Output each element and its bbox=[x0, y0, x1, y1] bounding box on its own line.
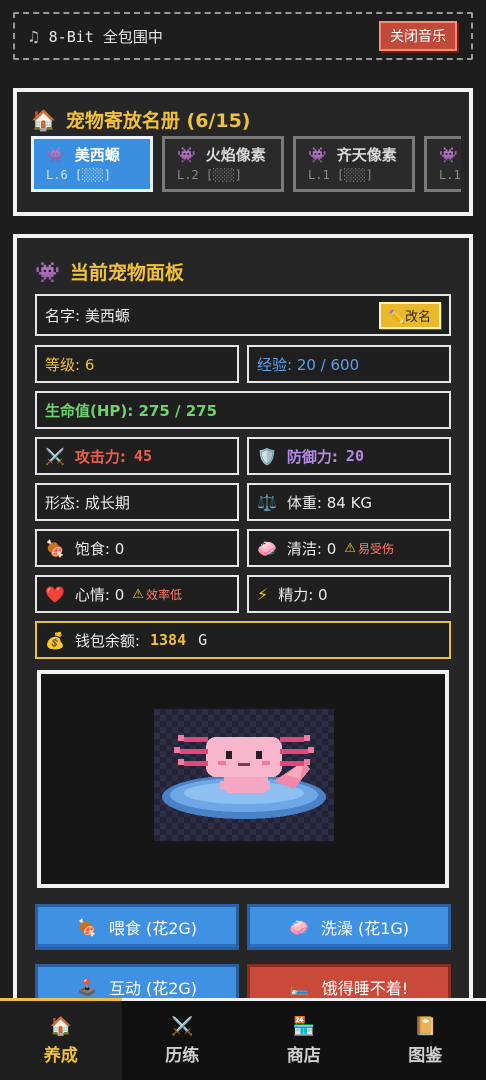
nav-tab-label: 商店 bbox=[286, 1045, 321, 1066]
pet-tab-name: 美西螈 bbox=[74, 146, 120, 164]
pet-tab-level: L.2 [░░░] bbox=[177, 168, 243, 182]
house-icon: 🏠 bbox=[49, 1015, 72, 1037]
mood-stat: ❤️ 心情: 0 ⚠ 效率低 bbox=[35, 575, 239, 613]
alien-icon: 👾 bbox=[439, 145, 458, 164]
nav-tab-raise[interactable]: 🏠 养成 bbox=[0, 998, 122, 1080]
level-stat: 等级: 6 bbox=[35, 345, 239, 383]
interact-button-label: 互动 (花2G) bbox=[108, 979, 198, 998]
joystick-icon: 🕹️ bbox=[76, 977, 97, 997]
meat-icon: 🍖 bbox=[45, 538, 65, 558]
alien-icon: 👾 bbox=[46, 145, 65, 164]
form-text: 形态: 成长期 bbox=[45, 493, 130, 512]
pet-tab-partial[interactable]: 👾精 L.1 [ bbox=[424, 136, 461, 192]
swords-icon: ⚔️ bbox=[171, 1015, 194, 1037]
pet-tab-name: 齐天像素 bbox=[336, 146, 397, 164]
pet-tab-name: 火焰像素 bbox=[205, 146, 266, 164]
hp-stat: 生命值(HP): 275 / 275 bbox=[35, 391, 451, 429]
wallet-label: 钱包余额: bbox=[74, 631, 140, 650]
warning-icon: ⚠ bbox=[132, 586, 144, 602]
music-label: 8-Bit 全包围中 bbox=[48, 27, 163, 46]
hunger-stat: 🍖 饱食: 0 bbox=[35, 529, 239, 567]
app-root: ♫ 8-Bit 全包围中 关闭音乐 🏠 宠物寄放名册 (6/15) 👾 美西螈 L… bbox=[0, 0, 486, 1080]
nav-tab-label: 图鉴 bbox=[408, 1045, 443, 1066]
nav-tab-codex[interactable]: 📔 图鉴 bbox=[365, 1001, 486, 1080]
swords-icon: ⚔️ bbox=[45, 446, 65, 466]
heart-icon: ❤️ bbox=[45, 584, 65, 604]
attack-value: 45 bbox=[133, 447, 152, 465]
store-icon: 🏪 bbox=[292, 1015, 315, 1037]
pet-tab-level: L.1 [ bbox=[439, 168, 461, 182]
roster-title: 🏠 宠物寄放名册 (6/15) bbox=[31, 106, 251, 133]
current-pet-title: 👾 当前宠物面板 bbox=[35, 258, 184, 285]
wallet-value: 1384 bbox=[149, 631, 187, 649]
alien-icon: 👾 bbox=[177, 145, 196, 164]
bottom-nav: 🏠 养成 ⚔️ 历练 🏪 商店 📔 图鉴 bbox=[0, 998, 486, 1080]
current-pet-title-text: 当前宠物面板 bbox=[69, 262, 184, 284]
weight-stat: ⚖️ 体重: 84 KG bbox=[247, 483, 451, 521]
attack-stat: ⚔️ 攻击力: 45 bbox=[35, 437, 239, 475]
money-bag-icon: 💰 bbox=[45, 630, 65, 650]
mood-warning: ⚠ 效率低 bbox=[132, 586, 182, 603]
wallet-unit: G bbox=[198, 631, 208, 649]
energy-stat: ⚡ 精力: 0 bbox=[247, 575, 451, 613]
meat-icon: 🍖 bbox=[76, 917, 97, 937]
exp-stat: 经验: 20 / 600 bbox=[247, 345, 451, 383]
pet-tab-level: L.1 [░░░] bbox=[308, 168, 374, 182]
rename-button[interactable]: ✏️改名 bbox=[378, 301, 441, 329]
bathe-button[interactable]: 🧼 洗澡 (花1G) bbox=[247, 904, 451, 950]
roster-title-text: 宠物寄放名册 (6/15) bbox=[65, 110, 251, 132]
feed-button[interactable]: 🍖 喂食 (花2G) bbox=[35, 904, 239, 950]
alien-icon: 👾 bbox=[308, 145, 327, 164]
warning-icon: ⚠ bbox=[344, 540, 356, 556]
clean-warning: ⚠ 易受伤 bbox=[344, 540, 394, 557]
mood-warning-text: 效率低 bbox=[145, 587, 182, 602]
alien-icon: 👾 bbox=[35, 259, 60, 284]
pet-roster-panel: 🏠 宠物寄放名册 (6/15) 👾 美西螈 L.6 [░░░] 👾 火焰像素 L.2… bbox=[13, 88, 473, 216]
form-stat: 形态: 成长期 bbox=[35, 483, 239, 521]
hp-text: 生命值(HP): 275 / 275 bbox=[45, 401, 218, 420]
current-pet-panel: 👾 当前宠物面板 名字: 美西螈 ✏️改名 等级: 6 经验: 20 / 600… bbox=[13, 234, 473, 1014]
soap-icon: 🧼 bbox=[288, 917, 309, 937]
clean-text: 清洁: 0 bbox=[286, 539, 337, 558]
bed-icon: 🛏️ bbox=[289, 977, 310, 997]
clean-warning-text: 易受伤 bbox=[357, 541, 394, 556]
lightning-icon: ⚡ bbox=[257, 584, 269, 604]
feed-button-label: 喂食 (花2G) bbox=[108, 919, 198, 938]
pet-tab-list: 👾 美西螈 L.6 [░░░] 👾 火焰像素 L.2 [░░░] 👾 齐天像素 L.1… bbox=[31, 136, 461, 196]
axolotl-sprite bbox=[154, 709, 334, 841]
music-note-icon: ♫ bbox=[29, 26, 39, 46]
nav-tab-label: 养成 bbox=[43, 1045, 78, 1066]
pet-tab-axolotl[interactable]: 👾 美西螈 L.6 [░░░] bbox=[31, 136, 153, 192]
name-field: 名字: 美西螈 ✏️改名 bbox=[35, 294, 451, 336]
wallet-field: 💰 钱包余额: 1384 G bbox=[35, 621, 451, 659]
hunger-text: 饱食: 0 bbox=[74, 539, 125, 558]
book-icon: 📔 bbox=[414, 1015, 437, 1037]
shield-icon: 🛡️ bbox=[257, 446, 277, 466]
pet-name-text: 名字: 美西螈 bbox=[45, 306, 130, 325]
bathe-button-label: 洗澡 (花1G) bbox=[320, 919, 410, 938]
exp-text: 经验: 20 / 600 bbox=[257, 355, 360, 374]
defense-value: 20 bbox=[345, 447, 364, 465]
sleep-button-label: 饿得睡不着! bbox=[321, 979, 409, 998]
pet-tab-level: L.6 [░░░] bbox=[46, 168, 112, 182]
toggle-music-button[interactable]: 关闭音乐 bbox=[379, 21, 457, 51]
house-icon: 🏠 bbox=[31, 107, 56, 132]
weight-text: 体重: 84 KG bbox=[286, 493, 373, 512]
level-text: 等级: 6 bbox=[45, 355, 95, 374]
pet-tab-fire[interactable]: 👾 火焰像素 L.2 [░░░] bbox=[162, 136, 284, 192]
attack-label: 攻击力: bbox=[74, 447, 126, 466]
nav-tab-label: 历练 bbox=[165, 1045, 200, 1066]
clean-stat: 🧼 清洁: 0 ⚠ 易受伤 bbox=[247, 529, 451, 567]
music-bar: ♫ 8-Bit 全包围中 关闭音乐 bbox=[13, 12, 473, 60]
energy-text: 精力: 0 bbox=[278, 585, 328, 604]
scale-icon: ⚖️ bbox=[257, 492, 277, 512]
pet-tab-monkey[interactable]: 👾 齐天像素 L.1 [░░░] bbox=[293, 136, 415, 192]
mood-text: 心情: 0 bbox=[74, 585, 125, 604]
nav-tab-adventure[interactable]: ⚔️ 历练 bbox=[122, 1001, 244, 1080]
soap-icon: 🧼 bbox=[257, 538, 277, 558]
defense-stat: 🛡️ 防御力: 20 bbox=[247, 437, 451, 475]
nav-tab-shop[interactable]: 🏪 商店 bbox=[243, 1001, 365, 1080]
pet-display bbox=[37, 670, 449, 888]
defense-label: 防御力: bbox=[286, 447, 338, 466]
